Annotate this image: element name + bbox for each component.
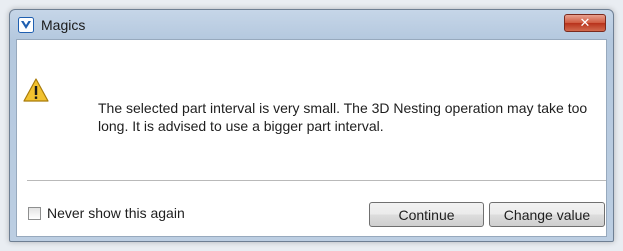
checkbox-box[interactable] — [28, 206, 41, 220]
footer-divider — [27, 180, 606, 181]
close-icon: ✕ — [579, 15, 591, 30]
dialog-message: The selected part interval is very small… — [98, 100, 588, 134]
never-show-again-checkbox[interactable]: Never show this again — [28, 205, 185, 221]
close-button[interactable]: ✕ — [564, 14, 606, 32]
warning-icon — [23, 77, 49, 103]
continue-button[interactable]: Continue — [369, 202, 484, 227]
window-title: Magics — [41, 17, 86, 33]
checkbox-label[interactable]: Never show this again — [47, 205, 185, 221]
title-bar[interactable]: Magics ✕ — [10, 10, 613, 40]
magics-app-icon — [18, 17, 34, 33]
change-value-button[interactable]: Change value — [489, 202, 605, 227]
